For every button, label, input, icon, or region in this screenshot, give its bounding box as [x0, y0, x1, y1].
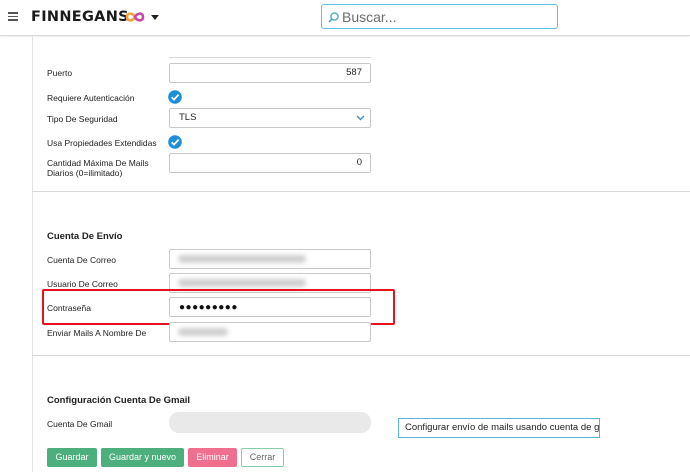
save-and-new-button[interactable]: Guardar y nuevo [101, 448, 184, 467]
extended-props-checkbox-icon[interactable] [168, 135, 182, 149]
brand-logo-icon [125, 12, 145, 22]
content-border-left [32, 36, 33, 472]
close-button[interactable]: Cerrar [241, 448, 284, 467]
sender-section-title: Cuenta De Envío [47, 231, 123, 242]
gmail-account-label: Cuenta De Gmail [47, 419, 113, 429]
mail-account-label: Cuenta De Correo [47, 255, 116, 265]
sender-name-input[interactable] [169, 322, 371, 342]
extended-props-label: Usa Propiedades Extendidas [47, 138, 157, 148]
menu-icon[interactable] [8, 12, 18, 21]
mail-user-label: Usuario De Correo [47, 279, 118, 289]
security-select-value: TLS [179, 112, 197, 123]
redacted-value [178, 279, 306, 287]
search-box[interactable] [321, 4, 558, 29]
configure-gmail-button[interactable]: Configurar envío de mails usando cuenta … [398, 418, 600, 438]
port-label: Puerto [47, 68, 73, 78]
port-input[interactable]: 587 [169, 63, 371, 83]
section-divider [32, 355, 690, 356]
search-icon [328, 12, 339, 23]
save-button[interactable]: Guardar [47, 448, 97, 467]
max-mails-label-line2: Diarios (0=ilimitado) [47, 168, 123, 178]
redacted-value [178, 255, 306, 263]
section-divider [32, 191, 690, 192]
divider [169, 57, 371, 58]
chevron-down-icon [356, 115, 365, 121]
max-mails-label: Cantidad Máxima De Mails Diarios (0=ilim… [47, 158, 149, 178]
redacted-value [178, 328, 228, 336]
auth-checkbox-icon[interactable] [168, 90, 182, 104]
gmail-section-title: Configuración Cuenta De Gmail [47, 395, 191, 406]
mail-account-input[interactable] [169, 249, 371, 269]
security-label: Tipo De Seguridad [47, 114, 118, 124]
delete-button[interactable]: Eliminar [188, 448, 237, 467]
sender-name-label: Enviar Mails A Nombre De [47, 328, 147, 338]
brand-name[interactable]: FINNEGANS [31, 9, 129, 25]
top-bar: FINNEGANS [0, 0, 690, 36]
max-mails-label-line1: Cantidad Máxima De Mails [47, 158, 149, 168]
search-input[interactable] [342, 7, 552, 26]
security-select[interactable]: TLS [169, 108, 371, 128]
gmail-account-input[interactable] [169, 412, 371, 433]
max-mails-input[interactable]: 0 [169, 153, 371, 173]
password-highlight-box [42, 289, 395, 325]
brand-dropdown-icon[interactable] [151, 15, 159, 20]
auth-label: Requiere Autenticación [47, 93, 135, 103]
